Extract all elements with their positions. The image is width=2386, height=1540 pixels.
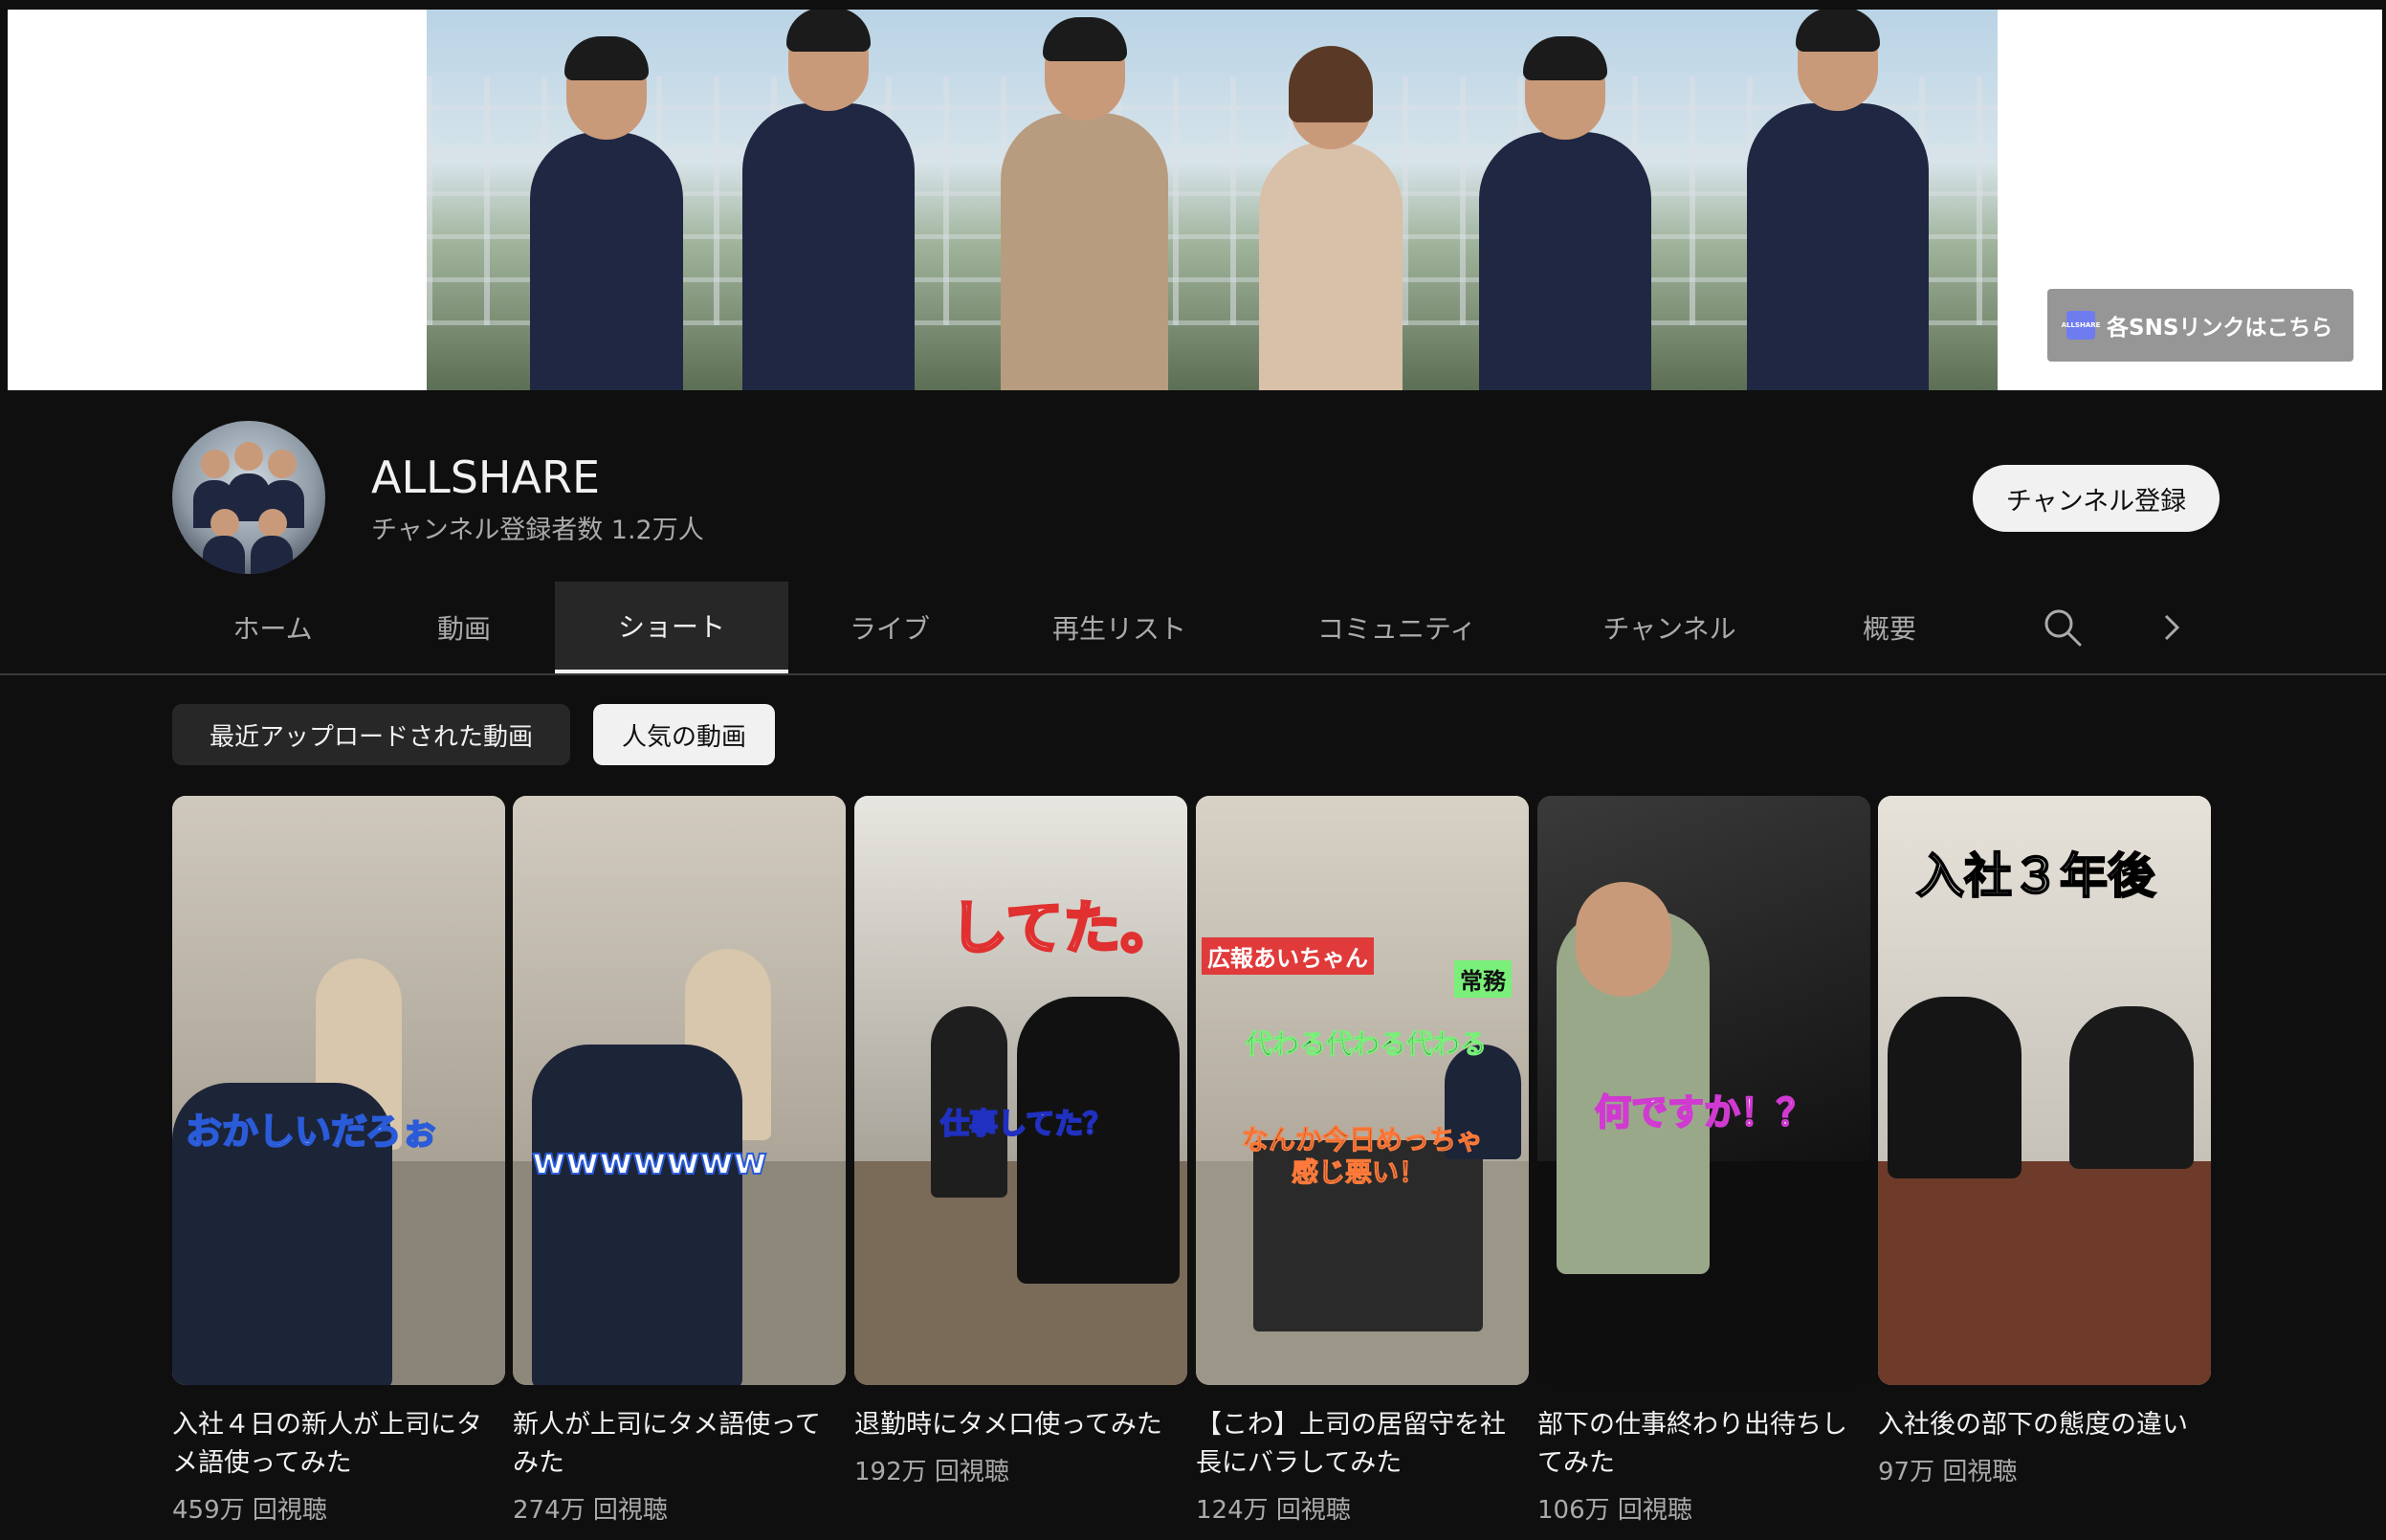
short-item[interactable]: してた。 仕事してた？ 退勤時にタメ口使ってみた 192万 回視聴 [854,796,1189,1487]
short-item[interactable]: 入社３年後 入社後の部下の態度の違い 97万 回視聴 [1878,796,2213,1487]
sns-links-label: 各SNSリンクはこちら [2107,316,2333,341]
short-caption: 何ですか！？ [1594,1090,1814,1134]
short-title[interactable]: 【こわ】上司の居留守を社長にバラしてみた [1196,1406,1521,1483]
tab-videos[interactable]: 動画 [383,582,545,673]
tab-live[interactable]: ライブ [808,582,971,673]
short-caption-quinary: 感じ悪い！ [1291,1156,1426,1189]
tab-shorts[interactable]: ショート [555,582,788,673]
banner-person [1001,17,1168,390]
chip-popular[interactable]: 人気の動画 [593,704,775,765]
channel-name: ALLSHARE [371,451,601,503]
short-thumbnail[interactable]: 入社３年後 [1878,796,2211,1385]
short-title[interactable]: 部下の仕事終わり出待ちしてみた [1537,1406,1863,1483]
subscribe-button[interactable]: チャンネル登録 [1973,465,2220,532]
banner-person [1479,36,1651,390]
short-views: 459万 回視聴 [172,1496,327,1525]
banner-person [1747,10,1929,390]
short-caption: wwwwwww [531,1139,768,1183]
channel-avatar[interactable] [172,421,325,574]
tab-channels[interactable]: チャンネル [1579,582,1760,673]
channel-banner: ALLSHARE 各SNSリンクはこちら [0,0,2386,392]
short-item[interactable]: おかしいだろぉ 入社４日の新人が上司にタメ語使ってみた 459万 回視聴 [172,796,507,1526]
banner-photo [427,10,1998,390]
sns-links-button[interactable]: ALLSHARE 各SNSリンクはこちら [2047,289,2353,362]
short-thumbnail[interactable]: wwwwwww [513,796,846,1385]
short-views: 192万 回視聴 [854,1458,1009,1486]
short-title[interactable]: 退勤時にタメ口使ってみた [854,1406,1180,1444]
subscriber-count: チャンネル登録者数 1.2万人 [371,516,704,545]
short-views: 106万 回視聴 [1537,1496,1692,1525]
short-thumbnail[interactable]: してた。 仕事してた？ [854,796,1187,1385]
short-caption-secondary: 仕事してた？ [939,1107,1113,1142]
short-thumbnail[interactable]: おかしいだろぉ [172,796,505,1385]
short-caption-secondary: 常務 [1454,960,1512,998]
search-icon[interactable] [2042,606,2084,649]
tab-about[interactable]: 概要 [1818,582,1961,673]
short-views: 97万 回視聴 [1878,1458,2018,1486]
banner-person [530,36,683,390]
short-item[interactable]: 広報あいちゃん 常務 代わる代わる代わる なんか今日めっちゃ 感じ悪い！ 【こわ… [1196,796,1531,1526]
banner-person [742,10,915,390]
chip-recent-uploads[interactable]: 最近アップロードされた動画 [172,704,570,765]
short-item[interactable]: wwwwwww 新人が上司にタメ語使ってみた 274万 回視聴 [513,796,848,1526]
short-caption: 広報あいちゃん [1202,937,1374,975]
tab-home[interactable]: ホーム [191,582,354,673]
tab-playlists[interactable]: 再生リスト [1024,582,1215,673]
short-caption: 入社３年後 [1915,847,2156,905]
short-thumbnail[interactable]: 何ですか！？ [1537,796,1870,1385]
short-views: 124万 回視聴 [1196,1496,1351,1525]
tab-community[interactable]: コミュニティ [1282,582,1512,673]
short-title[interactable]: 入社後の部下の態度の違い [1878,1406,2203,1444]
short-title[interactable]: 入社４日の新人が上司にタメ語使ってみた [172,1406,497,1483]
short-thumbnail[interactable]: 広報あいちゃん 常務 代わる代わる代わる なんか今日めっちゃ 感じ悪い！ [1196,796,1529,1385]
banner-person [1259,46,1403,390]
short-caption: してた。 [948,894,1179,964]
channel-tabs: ホーム 動画 ショート ライブ 再生リスト コミュニティ チャンネル 概要 [0,582,2386,675]
allshare-logo-icon: ALLSHARE [2062,311,2100,340]
short-title[interactable]: 新人が上司にタメ語使ってみた [513,1406,838,1483]
short-item[interactable]: 何ですか！？ 部下の仕事終わり出待ちしてみた 106万 回視聴 [1537,796,1872,1526]
chevron-right-icon[interactable] [2153,608,2191,647]
short-caption: おかしいだろぉ [185,1110,439,1154]
short-caption-tertiary: 代わる代わる代わる [1245,1028,1488,1061]
short-views: 274万 回視聴 [513,1496,668,1525]
